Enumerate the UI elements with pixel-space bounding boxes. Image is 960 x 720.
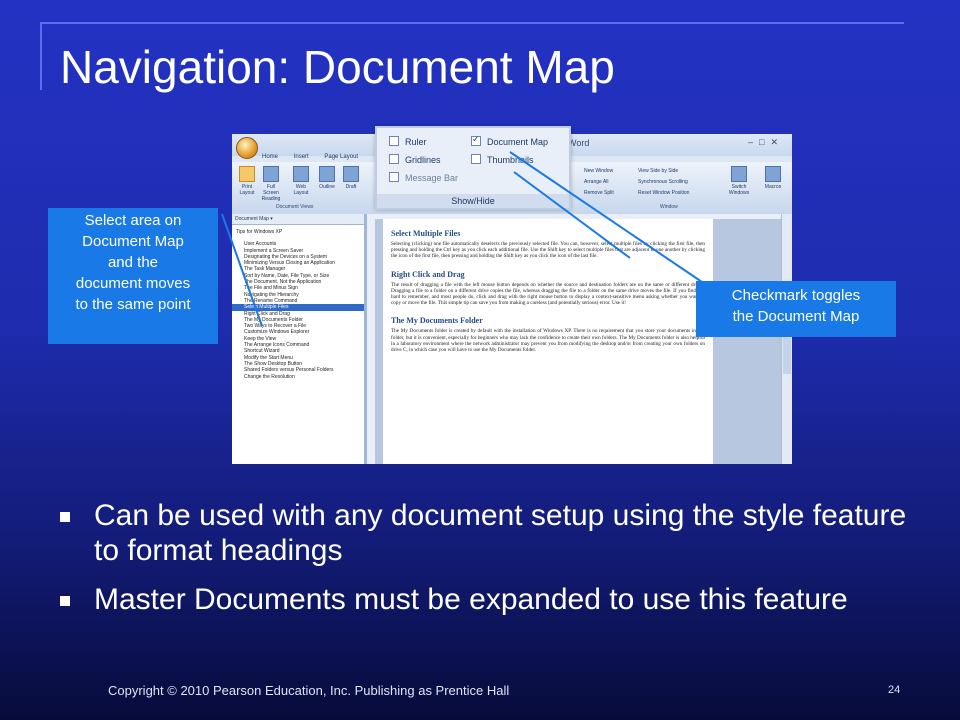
outline-button[interactable]: Outline: [316, 166, 338, 190]
bullet-square: [60, 512, 70, 522]
document-map-check-box[interactable]: [471, 134, 481, 146]
draft-icon: [343, 166, 359, 182]
web-layout-icon: [293, 166, 309, 182]
ruler-checkbox[interactable]: Ruler: [389, 136, 427, 147]
remove-split-button[interactable]: Remove Split: [584, 188, 614, 199]
tab-home[interactable]: Home: [262, 154, 278, 160]
callout-select-area: Select area on Document Map and the docu…: [48, 208, 218, 344]
frame-line-left: [40, 22, 42, 90]
bullet-square: [60, 596, 70, 606]
vertical-scrollbar[interactable]: [781, 214, 792, 464]
gridlines-check-box[interactable]: [389, 154, 399, 164]
bullet-item: Master Documents must be expanded to use…: [60, 582, 920, 617]
tab-page-layout[interactable]: Page Layout: [324, 154, 358, 160]
switch-windows-icon: [731, 166, 747, 182]
frame-line-top: [40, 22, 904, 24]
print-layout-icon: [239, 166, 255, 182]
thumbnails-checkbox[interactable]: Thumbnails: [471, 154, 534, 165]
document-map-item[interactable]: Change the Resolution: [232, 374, 364, 380]
document-paragraph: The My Documents folder is created by de…: [391, 328, 705, 354]
group-window: Window: [660, 204, 678, 210]
document-map-list: Tips for Windows XP User Accounts Implemen…: [232, 229, 364, 380]
document-heading: Select Multiple Files: [391, 229, 461, 238]
draft-button[interactable]: Draft: [340, 166, 362, 190]
document-area: Select Multiple Files Selecting (clicking…: [367, 214, 792, 464]
ribbon-tabs: Home Insert Page Layout: [262, 154, 372, 160]
full-screen-icon: [263, 166, 279, 182]
macros-button[interactable]: Macros: [762, 166, 784, 190]
document-map-header[interactable]: Document Map ▾: [232, 214, 364, 225]
document-map-checkbox[interactable]: Document Map: [471, 134, 548, 147]
slide-title: Navigation: Document Map: [60, 41, 615, 93]
window-title: Word: [568, 138, 590, 148]
message-bar-check-box[interactable]: [389, 172, 399, 182]
macros-icon: [765, 166, 781, 182]
outline-icon: [319, 166, 335, 182]
callout-checkmark-toggles: Checkmark toggles the Document Map: [696, 281, 896, 337]
show-hide-group: Ruler Document Map Gridlines Thumbnails …: [375, 126, 571, 210]
web-layout-button[interactable]: Web Layout: [290, 166, 312, 196]
office-button[interactable]: [236, 137, 258, 159]
document-paragraph: The result of dragging a file with the l…: [391, 281, 705, 307]
view-side-by-side-button[interactable]: View Side by Side: [638, 166, 689, 177]
new-window-button[interactable]: New Window: [584, 166, 614, 177]
bullet-list: Can be used with any document setup usin…: [60, 498, 920, 631]
document-map-item[interactable]: Tips for Windows XP: [232, 229, 364, 235]
page-number: 24: [888, 684, 901, 696]
group-document-views: Document Views: [276, 204, 314, 210]
window-group-col1: New Window Arrange All Remove Split: [584, 166, 614, 199]
full-screen-reading-button[interactable]: Full Screen Reading: [260, 166, 282, 202]
copyright-footer: Copyright © 2010 Pearson Education, Inc.…: [108, 683, 510, 698]
document-heading: Right Click and Drag: [391, 269, 465, 279]
document-paragraph: Selecting (clicking) one file automatica…: [391, 241, 705, 260]
document-heading: The My Documents Folder: [391, 316, 483, 326]
ruler-check-box[interactable]: [389, 136, 399, 146]
vertical-ruler: [367, 219, 375, 464]
window-controls[interactable]: –□✕: [748, 137, 784, 148]
synchronous-scrolling-button[interactable]: Synchronous Scrolling: [638, 177, 689, 188]
reset-window-position-button[interactable]: Reset Window Position: [638, 188, 689, 199]
tab-insert[interactable]: Insert: [294, 154, 309, 160]
bullet-item: Can be used with any document setup usin…: [60, 498, 920, 568]
message-bar-checkbox[interactable]: Message Bar: [389, 172, 458, 183]
switch-windows-button[interactable]: Switch Windows: [724, 166, 754, 196]
window-group-col2: View Side by Side Synchronous Scrolling …: [638, 166, 689, 199]
thumbnails-check-box[interactable]: [471, 154, 481, 164]
document-map-pane: Document Map ▾ Tips for Windows XP User A…: [232, 214, 367, 464]
gridlines-checkbox[interactable]: Gridlines: [389, 154, 441, 165]
document-page[interactable]: Select Multiple Files Selecting (clicking…: [383, 219, 713, 464]
print-layout-button[interactable]: Print Layout: [236, 166, 258, 196]
arrange-all-button[interactable]: Arrange All: [584, 177, 614, 188]
show-hide-label: Show/Hide: [377, 194, 569, 208]
